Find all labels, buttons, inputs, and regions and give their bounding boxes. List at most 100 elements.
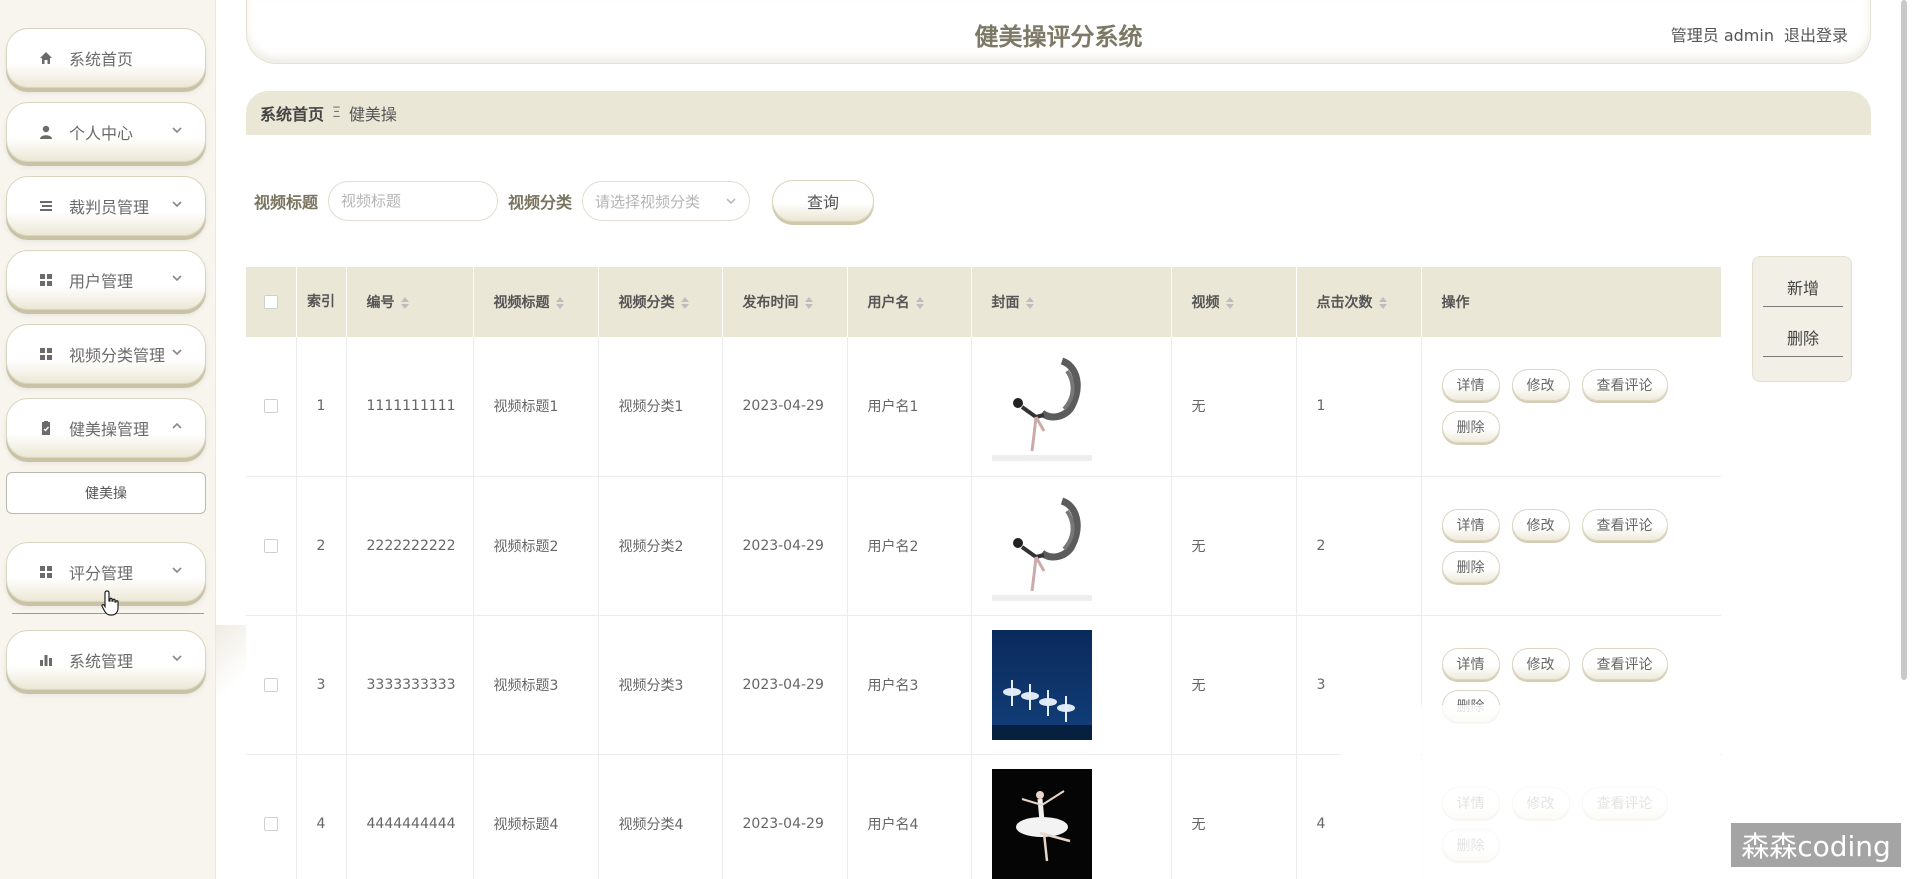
edit-button[interactable]: 修改	[1511, 508, 1570, 541]
sidebar-item-aerobics[interactable]: 健美操管理	[6, 398, 206, 458]
cover-image[interactable]	[991, 490, 1092, 601]
cell-ops: 详情修改查看评论删除	[1421, 476, 1721, 616]
sidebar-item-system[interactable]: 系统管理	[6, 630, 206, 690]
app-title: 健美操评分系统	[974, 23, 1143, 51]
view-comments-button[interactable]: 查看评论	[1581, 647, 1668, 680]
breadcrumb-home[interactable]: 系统首页	[260, 101, 324, 125]
sidebar-item-home[interactable]: 系统首页	[6, 28, 206, 88]
query-button[interactable]: 查询	[772, 180, 875, 222]
sort-icon	[1378, 297, 1387, 309]
breadcrumb: 系统首页 Ξ 健美操	[246, 91, 1871, 135]
cell-video: 无	[1171, 337, 1297, 477]
table-row: 2 2222222222 视频标题2 视频分类2 2023-04-29 用户名2 无 2 详情修…	[246, 476, 1721, 616]
video-category-select[interactable]: 请选择视频分类	[582, 181, 751, 221]
cell-video-title: 视频标题4	[473, 754, 599, 879]
column-header-username[interactable]: 用户名	[847, 267, 972, 337]
cell-cover	[971, 476, 1172, 616]
sidebar-item-users[interactable]: 用户管理	[6, 250, 206, 310]
hand-cursor-icon	[101, 590, 119, 616]
grid-icon	[37, 271, 55, 289]
cell-clicks: 1	[1296, 337, 1422, 477]
add-button[interactable]: 新增	[1763, 267, 1843, 307]
page-scrollbar[interactable]	[1901, 0, 1907, 680]
cell-ops: 详情修改查看评论删除	[1421, 337, 1721, 477]
sort-icon	[804, 297, 813, 309]
column-header-publish-time[interactable]: 发布时间	[722, 267, 848, 337]
row-actions: 详情修改查看评论删除	[1441, 508, 1672, 583]
cell-video: 无	[1171, 754, 1297, 879]
cover-image[interactable]	[991, 629, 1092, 740]
sidebar-item-label: 系统首页	[69, 50, 134, 69]
video-category-label: 视频分类	[508, 193, 573, 212]
sort-icon	[915, 297, 924, 309]
batch-delete-button[interactable]: 删除	[1763, 317, 1843, 357]
sidebar-item-video-categories[interactable]: 视频分类管理	[6, 324, 206, 384]
select-all-checkbox[interactable]	[263, 295, 278, 309]
view-comments-button[interactable]: 查看评论	[1581, 369, 1668, 402]
delete-button[interactable]: 删除	[1441, 411, 1500, 444]
column-header-video-category[interactable]: 视频分类	[598, 267, 723, 337]
clipboard-icon	[37, 419, 55, 437]
sidebar-item-label: 用户管理	[69, 272, 134, 291]
row-checkbox[interactable]	[263, 816, 278, 831]
select-all-header	[246, 267, 297, 337]
column-header-index: 索引	[296, 267, 347, 337]
sidebar: 系统首页 个人中心 裁判员管理 用户管理 视频分类管理 健美操管理 健美操 评分…	[0, 0, 216, 879]
delete-button[interactable]: 删除	[1441, 550, 1500, 583]
cell-code: 1111111111	[346, 337, 474, 477]
current-user: 管理员 admin	[1670, 26, 1774, 45]
sidebar-item-label: 健美操管理	[69, 420, 150, 439]
user-area: 管理员 admin 退出登录	[1671, 22, 1848, 46]
cell-cover	[971, 615, 1172, 755]
cover-image[interactable]	[991, 351, 1092, 462]
row-select-cell	[246, 754, 297, 879]
cell-publish-time: 2023-04-29	[722, 615, 848, 755]
cell-video-title: 视频标题2	[473, 476, 599, 616]
row-checkbox[interactable]	[263, 538, 278, 553]
detail-button[interactable]: 详情	[1441, 508, 1500, 541]
cell-index: 2	[296, 476, 347, 616]
column-header-video-title[interactable]: 视频标题	[473, 267, 599, 337]
edit-button[interactable]: 修改	[1511, 369, 1570, 402]
column-header-label: 视频分类	[618, 295, 675, 311]
cell-code: 2222222222	[346, 476, 474, 616]
submenu-item-aerobics[interactable]: 健美操	[6, 472, 206, 514]
logout-link[interactable]: 退出登录	[1784, 22, 1848, 46]
column-header-clicks[interactable]: 点击次数	[1296, 267, 1422, 337]
table-row: 1 1111111111 视频标题1 视频分类1 2023-04-29 用户名1 无 1 详情修…	[246, 337, 1721, 477]
view-comments-button[interactable]: 查看评论	[1581, 508, 1668, 541]
column-header-label: 点击次数	[1316, 295, 1373, 311]
grid-icon	[37, 345, 55, 363]
chevron-down-icon	[171, 649, 183, 662]
edit-button[interactable]: 修改	[1511, 647, 1570, 680]
cell-username: 用户名2	[847, 476, 972, 616]
sidebar-item-label: 视频分类管理	[69, 346, 166, 365]
cover-image[interactable]	[991, 768, 1092, 879]
video-title-input[interactable]	[328, 181, 499, 221]
sidebar-item-label: 评分管理	[69, 564, 134, 583]
sidebar-item-referees[interactable]: 裁判员管理	[6, 176, 206, 236]
detail-button[interactable]: 详情	[1441, 647, 1500, 680]
cell-publish-time: 2023-04-29	[722, 754, 848, 879]
column-header-video[interactable]: 视频	[1171, 267, 1297, 337]
sidebar-item-profile[interactable]: 个人中心	[6, 102, 206, 162]
column-header-cover[interactable]: 封面	[971, 267, 1172, 337]
cell-video-category: 视频分类3	[598, 615, 723, 755]
sort-icon	[680, 297, 689, 309]
cell-code: 4444444444	[346, 754, 474, 879]
sort-icon	[400, 297, 409, 309]
row-checkbox[interactable]	[263, 399, 278, 414]
top-header: 健美操评分系统 管理员 admin 退出登录	[246, 0, 1871, 64]
column-header-code[interactable]: 编号	[346, 267, 474, 337]
row-checkbox[interactable]	[263, 677, 278, 692]
grid-icon	[37, 563, 55, 581]
cell-username: 用户名4	[847, 754, 972, 879]
column-header-label: 视频	[1191, 295, 1220, 311]
detail-button[interactable]: 详情	[1441, 369, 1500, 402]
column-header-label: 封面	[991, 295, 1020, 311]
cell-video-category: 视频分类2	[598, 476, 723, 616]
chevron-down-icon	[171, 561, 183, 574]
chevron-down-icon	[171, 343, 183, 356]
cell-cover	[971, 754, 1172, 879]
cell-video: 无	[1171, 615, 1297, 755]
